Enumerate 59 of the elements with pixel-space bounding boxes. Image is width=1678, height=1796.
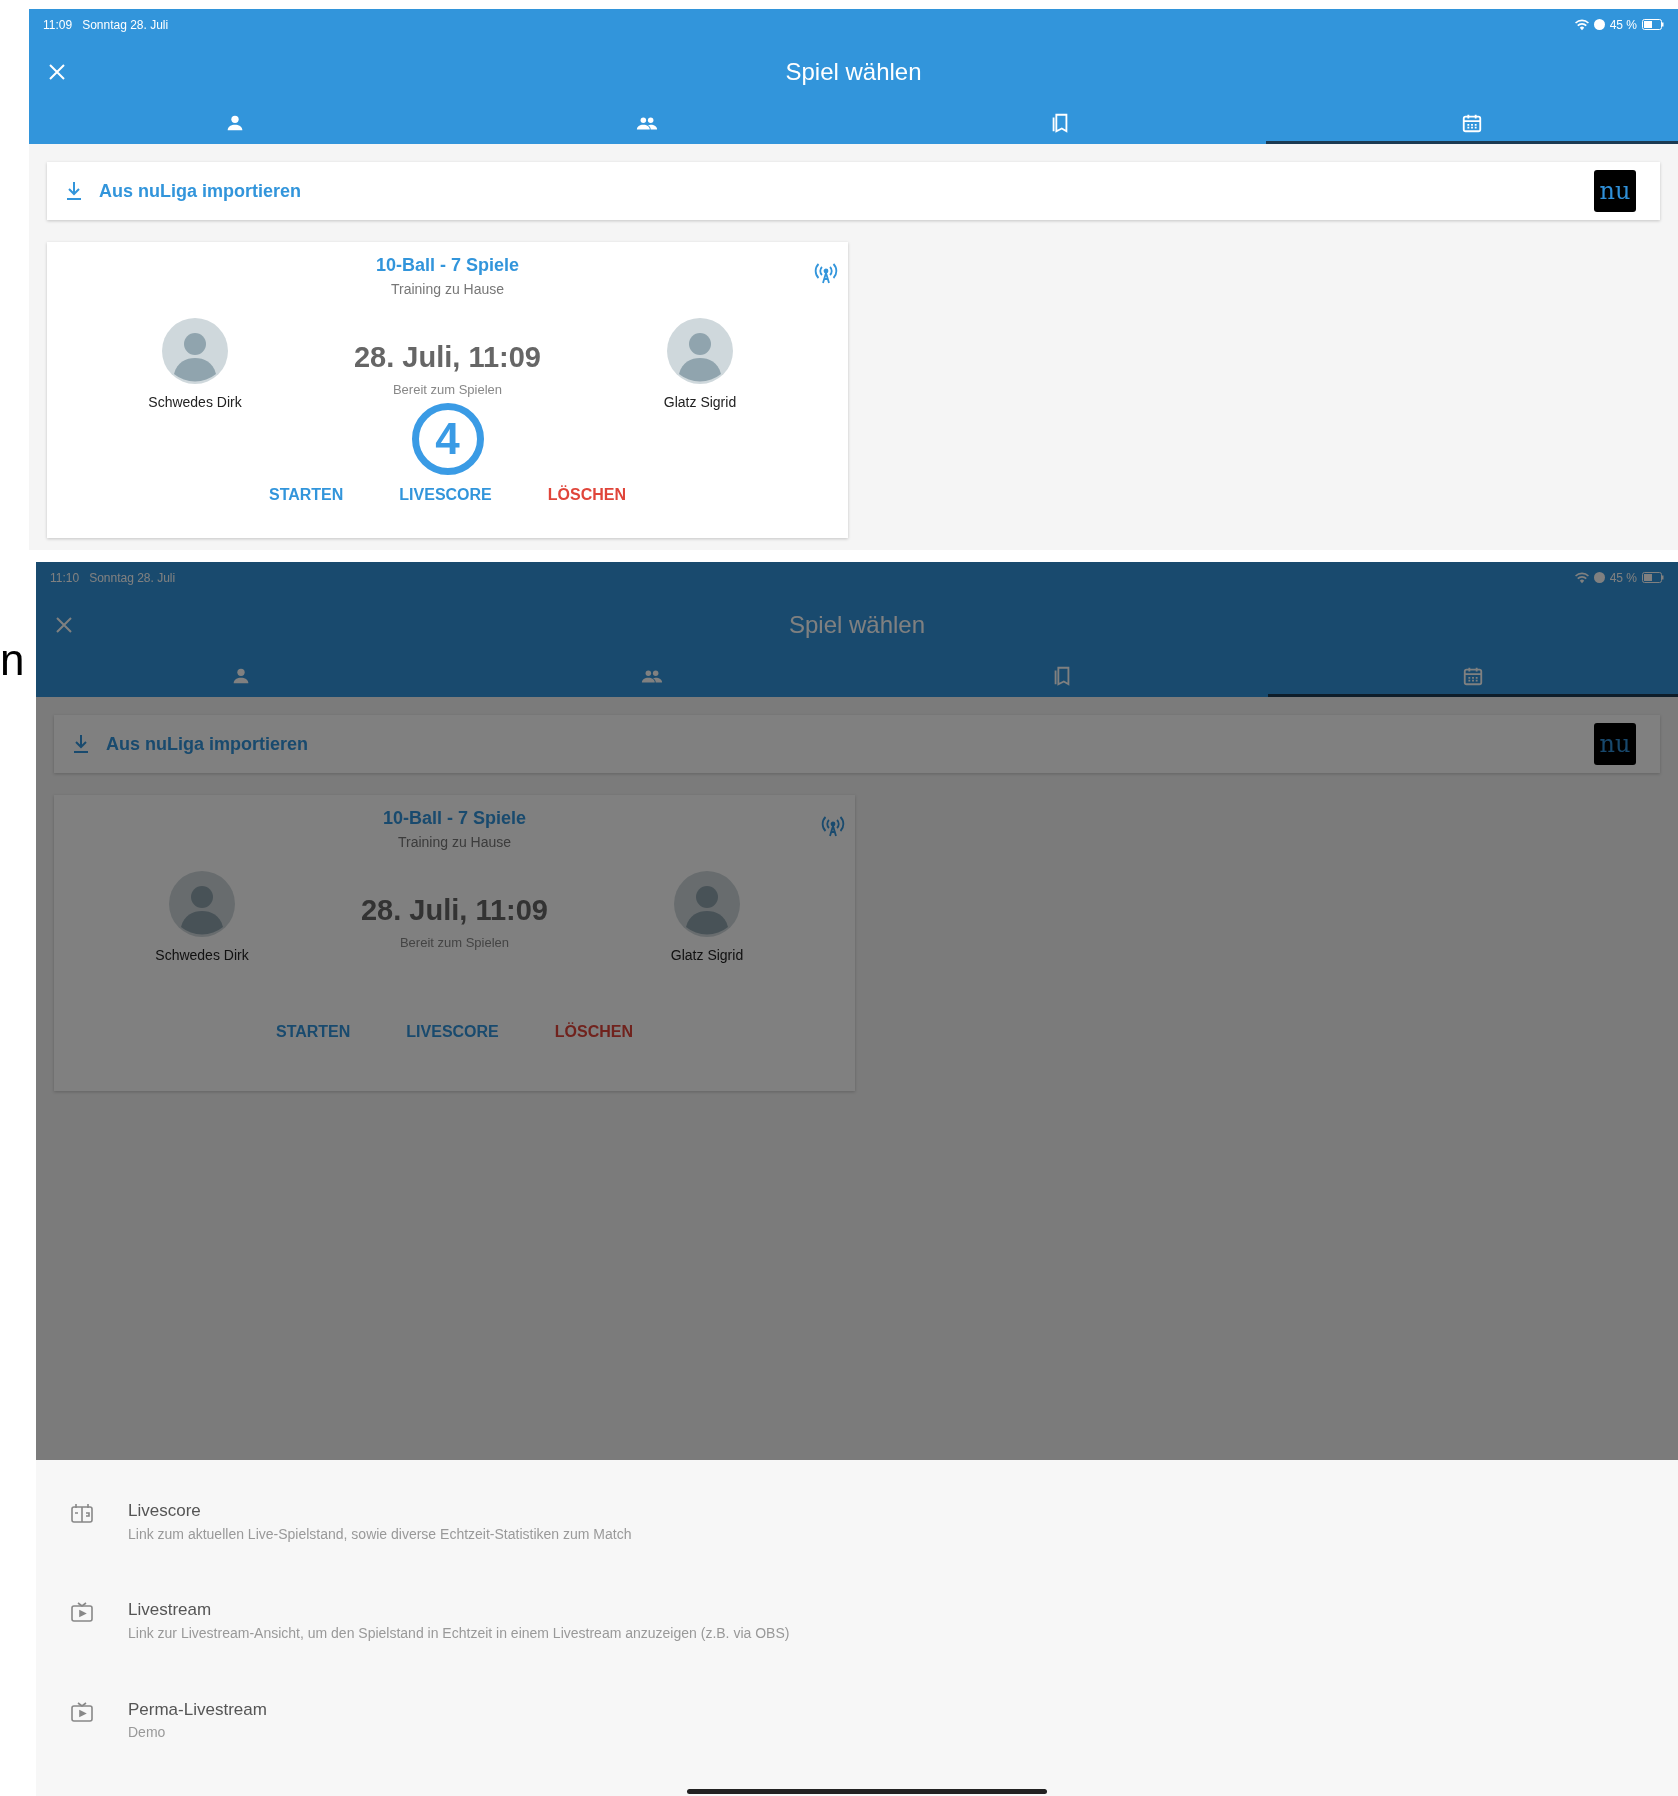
- player-name: Schwedes Dirk: [155, 946, 249, 965]
- match-title: 10-Ball - 7 Spiele: [375, 254, 520, 277]
- broadcast-icon[interactable]: [821, 815, 845, 837]
- card-action-button[interactable]: LIVESCORE: [379, 475, 512, 515]
- item-description: Link zum aktuellen Live-Spielstand, sowie diverse Echtzeit-Statistiken zum Match: [128, 1524, 632, 1544]
- status-time: 11:09: [43, 16, 73, 34]
- avatar-placeholder: [162, 318, 228, 384]
- card-action-button[interactable]: LÖSCHEN: [534, 1012, 654, 1052]
- card-action-button[interactable]: LIVESCORE: [386, 1012, 519, 1052]
- broadcast-icon[interactable]: [814, 262, 838, 284]
- card-action-button[interactable]: LÖSCHEN: [527, 475, 647, 515]
- video-icon: [70, 1700, 94, 1725]
- item-title: Livestream: [128, 1599, 213, 1622]
- match-subtitle: Training zu Hause: [397, 833, 512, 852]
- page-title: Spiel wählen: [788, 610, 926, 640]
- avatar-placeholder: [667, 318, 733, 384]
- card-action-button[interactable]: STARTEN: [255, 1012, 371, 1052]
- page-title: Spiel wählen: [785, 57, 922, 87]
- item-title: Livescore: [128, 1500, 202, 1522]
- avatar-placeholder: [169, 871, 235, 937]
- battery-percentage: 45 %: [1609, 16, 1637, 34]
- player-name: Glatz Sigrid: [670, 946, 744, 965]
- card-action-button[interactable]: STARTEN: [248, 475, 364, 515]
- item-description: Link zur Livestream-Ansicht, um den Spielstand in Echtzeit in einem Livestream anzuzeigen (z.B. via OBS): [128, 1623, 790, 1643]
- download-icon: [72, 734, 90, 754]
- match-status: Bereit zum Spielen: [392, 380, 503, 399]
- player-name: Schwedes Dirk: [148, 393, 242, 412]
- sheet-list-item[interactable]: Perma-Livestream Demo: [36, 1696, 1678, 1796]
- cut-off-text: n: [0, 638, 25, 682]
- step-number-annotation: 4: [411, 403, 484, 475]
- status-time: 11:10: [50, 569, 80, 587]
- scoreboard-icon: [70, 1502, 94, 1526]
- nuliga-logo: nu: [1594, 723, 1636, 765]
- import-bar[interactable]: Aus nuLiga importieren nu: [54, 715, 1660, 773]
- battery-percentage: 45 %: [1609, 569, 1637, 587]
- status-date: Sonntag 28. Juli: [82, 16, 169, 34]
- sheet-list-item[interactable]: Livestream Link zur Livestream-Ansicht, um den Spielstand in Echtzeit in einem Livestream anzuzeigen (z.B. via OBS): [36, 1597, 1678, 1697]
- match-title: 10-Ball - 7 Spiele: [382, 807, 527, 830]
- avatar-placeholder: [674, 871, 740, 937]
- match-subtitle: Training zu Hause: [390, 280, 505, 299]
- battery-icon: [1642, 572, 1664, 583]
- wifi-icon: [1574, 571, 1589, 584]
- close-icon: [55, 616, 73, 634]
- nuliga-logo: nu: [1594, 170, 1636, 212]
- wifi-icon: [1574, 18, 1589, 31]
- close-icon: [48, 63, 66, 81]
- import-link[interactable]: Aus nuLiga importieren: [106, 730, 309, 758]
- player-name: Glatz Sigrid: [663, 393, 737, 412]
- match-status: Bereit zum Spielen: [399, 933, 510, 952]
- item-description: Demo: [128, 1723, 167, 1743]
- sheet-list-item[interactable]: Livescore Link zum aktuellen Live-Spielstand, sowie diverse Echtzeit-Statistiken zum Match: [36, 1498, 1678, 1598]
- import-bar[interactable]: Aus nuLiga importieren nu: [47, 162, 1660, 220]
- download-icon: [65, 181, 83, 201]
- item-title: Perma-Livestream: [128, 1698, 267, 1721]
- battery-icon: [1642, 19, 1664, 30]
- status-date: Sonntag 28. Juli: [89, 569, 176, 587]
- match-datetime: 28. Juli, 11:09: [361, 893, 548, 928]
- match-datetime: 28. Juli, 11:09: [354, 340, 541, 375]
- import-link[interactable]: Aus nuLiga importieren: [99, 177, 302, 205]
